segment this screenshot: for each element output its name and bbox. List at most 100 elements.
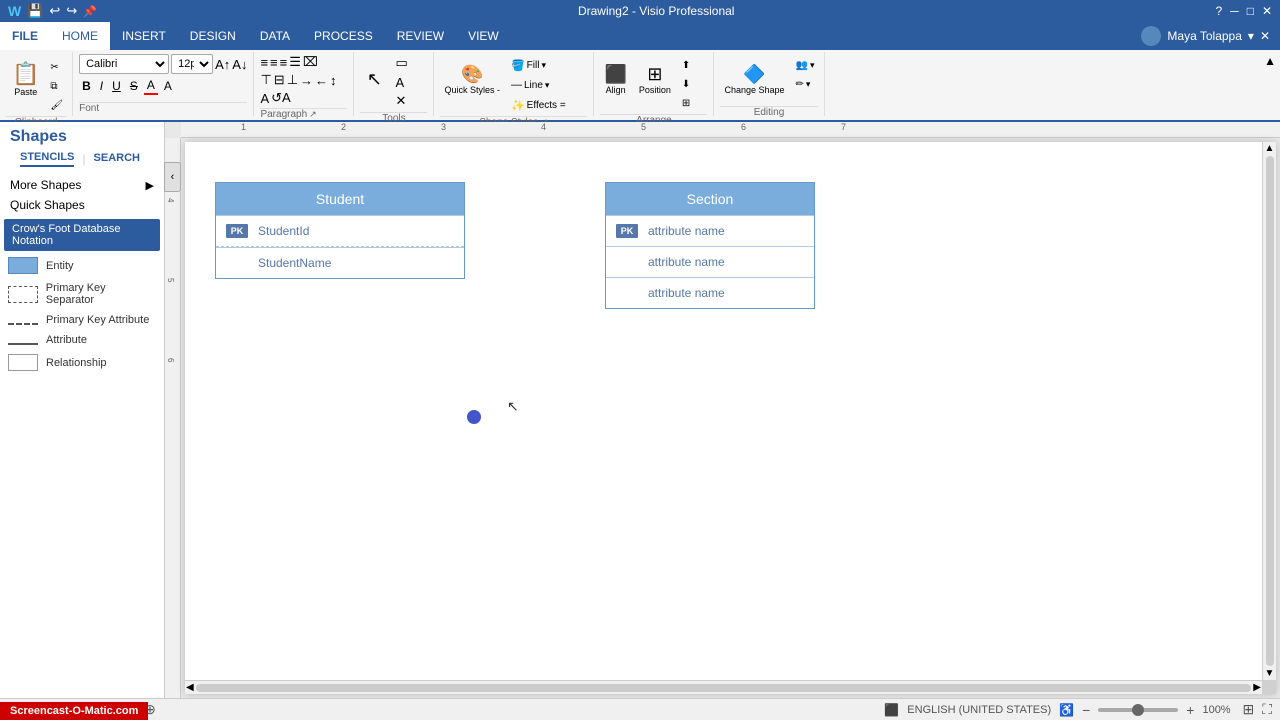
accessibility-icon[interactable]: ♿ — [1059, 703, 1074, 717]
edit-dropdown-button[interactable]: ✏▾ — [793, 75, 818, 93]
menu-process[interactable]: PROCESS — [302, 22, 385, 50]
zoom-slider-thumb[interactable] — [1132, 704, 1144, 716]
effects-button[interactable]: ✨ Effects = — [508, 96, 569, 114]
quick-access-pin-icon[interactable]: 📌 — [83, 5, 97, 18]
text-rotate-icon[interactable]: ↺A — [271, 90, 291, 106]
quick-shapes-item[interactable]: Quick Shapes — [4, 195, 160, 215]
menu-home[interactable]: HOME — [50, 22, 110, 50]
right-scrollbar[interactable]: ▲ ▼ — [1262, 142, 1276, 680]
zoom-out-button[interactable]: − — [1082, 702, 1090, 718]
align-top-icon[interactable]: ⊤ — [260, 72, 271, 88]
table-row[interactable]: StudentName — [216, 247, 464, 278]
edit-dropdown[interactable]: ▾ — [806, 79, 811, 90]
line-spacing-icon[interactable]: ↕ — [330, 73, 337, 88]
stencil-relationship[interactable]: Relationship — [4, 350, 160, 375]
menu-design[interactable]: DESIGN — [178, 22, 248, 50]
align-center-icon[interactable]: ≡ — [270, 55, 278, 70]
font-grow-icon[interactable]: A↑ — [215, 57, 230, 72]
scrollbar-up-button[interactable]: ▲ — [1265, 143, 1275, 154]
people-dropdown[interactable]: ▾ — [810, 60, 815, 71]
zoom-in-button[interactable]: + — [1186, 702, 1194, 718]
text-tool-button[interactable]: A — [392, 73, 410, 91]
line-dropdown-icon[interactable]: ▾ — [545, 80, 550, 91]
section-entity[interactable]: Section PK attribute name attribute name — [605, 182, 815, 309]
minimize-button[interactable]: ─ — [1230, 4, 1239, 18]
canvas-page[interactable]: Student PK StudentId StudentName — [185, 142, 1262, 680]
send-backward-button[interactable]: ⬇ — [679, 75, 693, 93]
fit-page-button[interactable]: ⊞ — [1242, 701, 1254, 718]
table-row[interactable]: PK attribute name — [606, 215, 814, 246]
align-middle-icon[interactable]: ⊟ — [274, 72, 285, 88]
user-close-icon[interactable]: ✕ — [1260, 29, 1270, 43]
align-button[interactable]: ⬛ Align — [600, 54, 630, 104]
paste-button[interactable]: 📋 Paste — [6, 54, 45, 104]
fullscreen-button[interactable]: ⛶ — [1262, 701, 1272, 718]
shape-tool-button[interactable]: ▭ — [392, 54, 410, 72]
indent-increase-icon[interactable]: → — [300, 73, 313, 88]
connect-tool-button[interactable]: ✕ — [392, 92, 410, 110]
font-shrink-icon[interactable]: A↓ — [232, 57, 247, 72]
stencils-tab[interactable]: STENCILS — [20, 151, 74, 167]
italic-button[interactable]: I — [97, 78, 106, 94]
scrollbar-track-h[interactable] — [196, 684, 1252, 692]
stencil-pk-separator[interactable]: Primary Key Separator — [4, 278, 160, 310]
fill-button[interactable]: 🪣 Fill ▾ — [508, 56, 569, 74]
stencil-attribute[interactable]: Attribute — [4, 330, 160, 350]
people-icon-button[interactable]: 👥▾ — [793, 56, 818, 74]
canvas[interactable]: Student PK StudentId StudentName — [185, 142, 1276, 694]
underline-button[interactable]: U — [109, 78, 124, 94]
text-top-icon[interactable]: A — [260, 91, 269, 106]
user-area[interactable]: Maya Tolappa ▾ ✕ — [1131, 22, 1280, 50]
student-entity[interactable]: Student PK StudentId StudentName — [215, 182, 465, 279]
para-dialog-icon[interactable]: ↗ — [309, 109, 317, 120]
menu-review[interactable]: REVIEW — [385, 22, 456, 50]
table-row[interactable]: attribute name — [606, 246, 814, 277]
quick-styles-button[interactable]: 🎨 Quick Styles - — [440, 54, 504, 104]
menu-view[interactable]: VIEW — [456, 22, 511, 50]
bullet-list-icon[interactable]: ☰ — [289, 54, 301, 70]
more-shapes-item[interactable]: More Shapes ▶ — [4, 175, 160, 195]
stencil-pk-attribute[interactable]: Primary Key Attribute — [4, 310, 160, 330]
strikethrough-button[interactable]: S — [127, 78, 141, 94]
align-left-icon[interactable]: ≡ — [260, 55, 268, 70]
save-icon[interactable]: 💾 — [27, 3, 43, 19]
align-bottom-icon[interactable]: ⊥ — [287, 72, 298, 88]
font-size-select[interactable]: 12pt. — [171, 54, 213, 74]
help-icon[interactable]: ? — [1215, 4, 1222, 18]
undo-icon[interactable]: ↩ — [49, 3, 60, 19]
pointer-tool-button[interactable]: ↖ — [360, 54, 388, 104]
copy-button[interactable]: ⧉ — [47, 77, 66, 95]
font-name-select[interactable]: Calibri — [79, 54, 169, 74]
scrollbar-left-button[interactable]: ◀ — [186, 682, 194, 693]
sidebar-collapse-button[interactable]: ‹ — [164, 162, 181, 192]
scrollbar-down-button[interactable]: ▼ — [1265, 668, 1275, 679]
font-color-label[interactable]: A — [144, 77, 158, 95]
close-button[interactable]: ✕ — [1262, 4, 1272, 18]
ribbon-collapse-button[interactable]: ▲ — [1260, 52, 1280, 116]
bold-button[interactable]: B — [79, 78, 94, 94]
scrollbar-track-v[interactable] — [1266, 156, 1274, 666]
fill-dropdown-icon[interactable]: ▾ — [541, 60, 546, 71]
menu-data[interactable]: DATA — [248, 22, 302, 50]
bottom-scrollbar[interactable]: ◀ ▶ — [185, 680, 1262, 694]
format-painter-button[interactable]: 🖌 — [47, 96, 66, 114]
stencil-category[interactable]: Crow's Foot Database Notation — [4, 219, 160, 251]
bring-forward-button[interactable]: ⬆ — [679, 56, 693, 74]
indent-decrease-icon[interactable]: ← — [315, 73, 328, 88]
highlight-button[interactable]: A — [161, 78, 175, 94]
align-right-icon[interactable]: ≡ — [280, 55, 288, 70]
maximize-button[interactable]: □ — [1247, 4, 1254, 18]
menu-insert[interactable]: INSERT — [110, 22, 178, 50]
stencil-entity[interactable]: Entity — [4, 253, 160, 278]
change-shape-button[interactable]: 🔷 Change Shape — [720, 54, 788, 104]
table-row[interactable]: PK StudentId — [216, 215, 464, 246]
cut-button[interactable]: ✂ — [47, 58, 66, 76]
clear-format-icon[interactable]: ⌧ — [303, 54, 318, 70]
menu-file[interactable]: FILE — [0, 22, 50, 50]
search-tab[interactable]: SEARCH — [94, 152, 140, 166]
table-row[interactable]: attribute name — [606, 277, 814, 308]
scrollbar-right-button[interactable]: ▶ — [1253, 682, 1261, 693]
group-button[interactable]: ⊞ — [679, 94, 693, 112]
position-button[interactable]: ⊞ Position — [635, 54, 675, 104]
zoom-slider-track[interactable] — [1098, 708, 1178, 712]
